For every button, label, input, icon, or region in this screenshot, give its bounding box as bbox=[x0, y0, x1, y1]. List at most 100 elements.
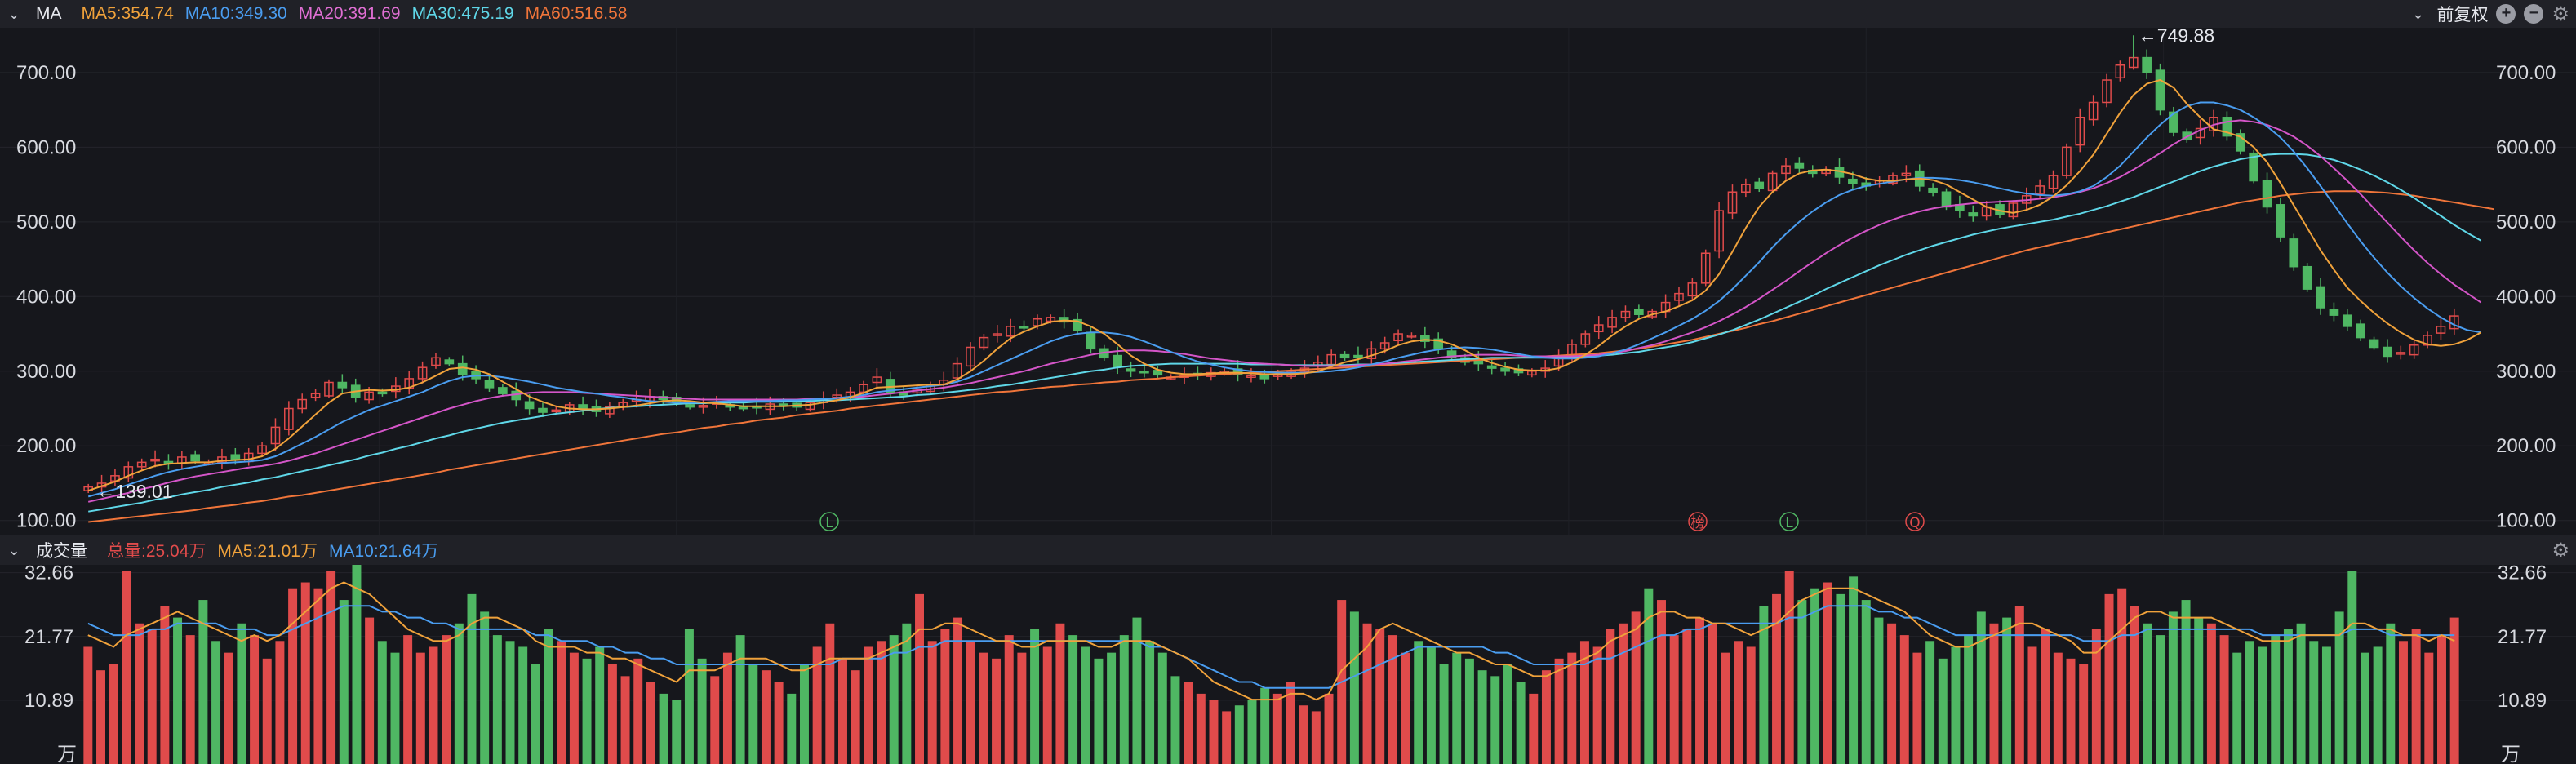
volume-bar bbox=[2156, 635, 2165, 764]
volume-bar bbox=[1388, 635, 1397, 764]
volume-bar bbox=[122, 571, 131, 764]
y-tick-label-left: 400.00 bbox=[16, 286, 76, 308]
volume-bar bbox=[2194, 617, 2204, 764]
price-chart[interactable]: 700.00 700.00 600.00 600.00 500.00 500.00 400.… bbox=[0, 28, 2576, 535]
y-tick-label-right: 600.00 bbox=[2496, 136, 2556, 158]
volume-bar bbox=[2258, 646, 2267, 764]
volume-bar bbox=[646, 682, 655, 764]
volume-bar bbox=[1541, 670, 1551, 764]
volume-bar bbox=[1925, 641, 1935, 764]
candle-body bbox=[2142, 56, 2152, 73]
volume-bar bbox=[2143, 623, 2152, 764]
volume-bar bbox=[1554, 658, 1564, 764]
ma10-line bbox=[87, 101, 2481, 498]
volume-bar bbox=[1490, 676, 1500, 764]
volume-bar bbox=[1452, 652, 1462, 764]
volume-bar bbox=[1107, 652, 1117, 764]
y-tick-label-left: 100.00 bbox=[16, 510, 76, 532]
ma20-line bbox=[87, 119, 2482, 503]
gear-icon[interactable]: ⚙ bbox=[2552, 539, 2569, 562]
ma60-legend: MA60:516.58 bbox=[525, 4, 628, 23]
volume-bar bbox=[1734, 641, 1743, 764]
high-annotation: ←749.88 bbox=[2139, 28, 2214, 46]
volume-bar bbox=[2283, 629, 2293, 764]
volume-bar bbox=[992, 658, 1002, 764]
volume-bar bbox=[224, 652, 233, 764]
volume-bar bbox=[467, 593, 477, 764]
volume-bar bbox=[2206, 623, 2216, 764]
volume-bar bbox=[1081, 646, 1090, 764]
plus-circle-icon[interactable]: + bbox=[2496, 4, 2516, 24]
volume-bar bbox=[620, 676, 630, 764]
candle-body bbox=[1500, 367, 1510, 372]
volume-bar bbox=[1222, 711, 1232, 764]
volume-title: 成交量 bbox=[36, 542, 87, 561]
volume-bar bbox=[211, 641, 221, 764]
volume-ma5-legend: MA5:21.01万 bbox=[217, 542, 318, 561]
ma5-legend: MA5:354.74 bbox=[81, 4, 174, 23]
volume-bar bbox=[838, 658, 847, 764]
volume-bar bbox=[429, 646, 438, 764]
volume-bar bbox=[1375, 629, 1385, 764]
candle-body bbox=[1019, 326, 1029, 329]
volume-bar bbox=[1004, 635, 1014, 764]
volume-bar bbox=[135, 623, 144, 764]
volume-bar bbox=[1184, 682, 1193, 764]
volume-bar bbox=[774, 682, 784, 764]
chevron-down-icon[interactable]: ⌄ bbox=[2410, 6, 2425, 23]
y-tick-label-right: 300.00 bbox=[2496, 361, 2556, 383]
y-tick-label-right: 200.00 bbox=[2496, 435, 2556, 457]
low-annotation: ←139.01 bbox=[96, 481, 172, 502]
candle-body bbox=[1353, 354, 1363, 358]
volume-bar bbox=[403, 635, 413, 764]
volume-bar bbox=[2168, 611, 2178, 764]
candle-body bbox=[685, 404, 695, 408]
volume-bar bbox=[2002, 617, 2012, 764]
volume-bar bbox=[659, 693, 668, 764]
candle-body bbox=[1941, 191, 1952, 208]
y-tick-label-right: 700.00 bbox=[2496, 62, 2556, 84]
volume-bar bbox=[1414, 641, 1423, 764]
volume-ma10-legend: MA10:21.64万 bbox=[328, 542, 439, 561]
volume-bar bbox=[1439, 664, 1449, 764]
volume-bar bbox=[96, 670, 105, 764]
volume-bar bbox=[684, 629, 694, 764]
volume-bar bbox=[966, 641, 975, 764]
volume-bar bbox=[2360, 652, 2369, 764]
volume-bar bbox=[1068, 635, 1078, 764]
y-tick-label-right: 10.89 bbox=[2498, 690, 2547, 712]
volume-bar bbox=[352, 565, 362, 764]
candle-body bbox=[2302, 265, 2312, 290]
volume-bar bbox=[1196, 693, 1206, 764]
candle-body bbox=[2383, 346, 2392, 358]
y-tick-label-right: 100.00 bbox=[2496, 510, 2556, 532]
candle-body bbox=[190, 454, 201, 462]
volume-bar bbox=[492, 635, 502, 764]
y-tick-label-right: 400.00 bbox=[2496, 286, 2556, 308]
volume-bar bbox=[1157, 652, 1167, 764]
volume-bar bbox=[582, 658, 592, 764]
volume-bar bbox=[735, 635, 745, 764]
candle-body bbox=[1634, 309, 1644, 315]
indicator-label[interactable]: MA bbox=[36, 4, 62, 24]
volume-bar bbox=[979, 652, 988, 764]
volume-chart[interactable]: 32.66 32.66 21.77 21.77 10.89 10.89 万 万 bbox=[0, 565, 2576, 764]
volume-bar bbox=[442, 635, 451, 764]
adjust-select[interactable]: 前复权 bbox=[2436, 2, 2488, 26]
volume-bar bbox=[1042, 646, 1052, 764]
gear-icon[interactable]: ⚙ bbox=[2552, 2, 2569, 26]
volume-bar bbox=[1299, 705, 1308, 764]
volume-bar bbox=[1746, 646, 1756, 764]
volume-bar bbox=[1657, 600, 1666, 764]
candle-body bbox=[498, 387, 508, 394]
y-tick-label-right: 32.66 bbox=[2498, 565, 2547, 584]
volume-bar bbox=[1401, 652, 1410, 764]
chevron-down-icon[interactable]: ⌄ bbox=[7, 542, 21, 559]
volume-bar bbox=[2398, 641, 2408, 764]
minus-circle-icon[interactable]: − bbox=[2524, 4, 2544, 24]
volume-bar bbox=[940, 629, 950, 764]
candle-body bbox=[484, 380, 495, 389]
candle-body bbox=[1928, 187, 1938, 193]
volume-total: 总量:25.04万 bbox=[107, 542, 207, 561]
chevron-down-icon[interactable]: ⌄ bbox=[7, 6, 21, 23]
